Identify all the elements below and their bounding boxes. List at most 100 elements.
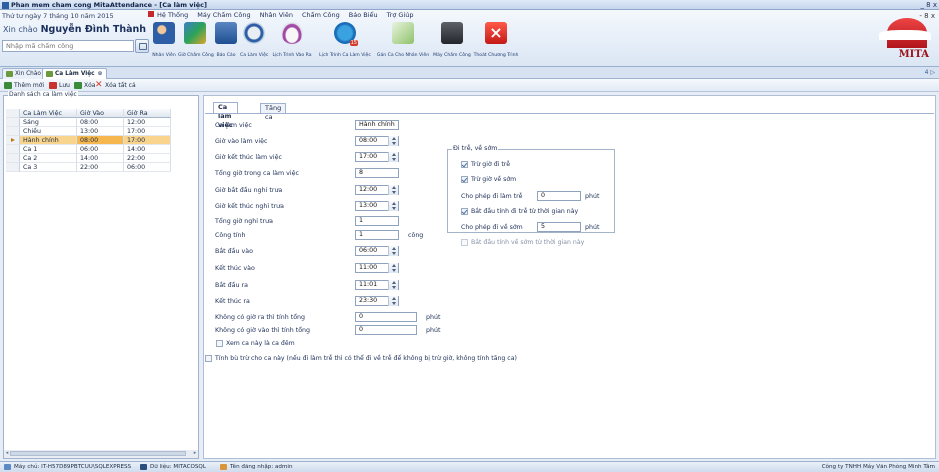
deduct-early-checkbox[interactable] <box>461 176 468 183</box>
action-bar: Thêm mới Lưu Xóa ✕ Xóa tất cả <box>0 79 939 92</box>
total-hours-field[interactable]: 8 <box>355 168 399 178</box>
column-header-out[interactable]: Giờ Ra <box>124 109 171 118</box>
table-row[interactable]: Ca 1 06:00 14:00 <box>6 145 197 154</box>
attendance-icon <box>184 22 206 44</box>
spin-icon <box>388 280 398 290</box>
server-icon <box>4 464 11 470</box>
scroll-thumb[interactable] <box>10 451 186 456</box>
spin-icon <box>388 136 398 146</box>
late-from-break-checkbox[interactable] <box>461 208 468 215</box>
report-icon <box>215 22 237 44</box>
menu-system[interactable]: Hệ Thống <box>157 11 188 19</box>
out-to-label: Kết thúc ra <box>215 298 250 305</box>
table-row[interactable]: Sáng 08:00 12:00 <box>6 118 197 127</box>
search-button[interactable] <box>135 39 149 53</box>
early-from-break-checkbox[interactable] <box>461 239 468 246</box>
out-from-field[interactable]: 11:01 <box>355 280 399 290</box>
allow-early-unit: phút <box>585 224 600 231</box>
menu-employee[interactable]: Nhân Viên <box>260 11 293 19</box>
shift-icon <box>243 22 265 44</box>
toolbar-exit-button[interactable]: × Thoát Chương Trình <box>472 20 520 62</box>
compensate-label: Tính bù trừ cho ca này (nếu đi làm trễ t… <box>215 355 517 362</box>
no-in-field[interactable]: 0 <box>355 325 417 335</box>
tab-nav-arrows[interactable]: 4 ▷ <box>925 69 935 76</box>
start-time-field[interactable]: 08:00 <box>355 136 399 146</box>
table-row-selected[interactable]: Hành chính 08:00 17:00 <box>6 136 197 145</box>
deduct-late-label: Trừ giờ đi trễ <box>471 161 511 168</box>
compensate-checkbox[interactable] <box>205 355 212 362</box>
menu-attendance[interactable]: Chấm Công <box>302 11 340 19</box>
menu-help[interactable]: Trợ Giúp <box>387 11 414 19</box>
workday-label: Công tính <box>215 232 246 239</box>
toolbar-schedule-button[interactable]: Lịch Trình Vào Ra <box>268 20 316 62</box>
employee-code-input[interactable] <box>3 41 133 51</box>
toolbar-shift-button[interactable]: Ca Làm Việc <box>240 20 268 62</box>
employee-icon <box>153 22 175 44</box>
night-shift-checkbox[interactable] <box>216 340 223 347</box>
status-database: Dữ liệu: MITACOSQL <box>140 462 206 472</box>
add-new-button[interactable]: Thêm mới <box>4 81 44 90</box>
schedule-icon <box>281 22 303 44</box>
break-start-field[interactable]: 12:00 <box>355 185 399 195</box>
end-label: Giờ kết thúc làm việc <box>215 154 282 161</box>
spin-icon <box>388 185 398 195</box>
toolbar-report-button[interactable]: Báo Cáo <box>212 20 240 62</box>
in-from-label: Bắt đầu vào <box>215 248 253 255</box>
table-row[interactable]: Ca 2 14:00 22:00 <box>6 154 197 163</box>
early-from-break-label: Bắt đầu tính về sớm từ thời gian này <box>471 239 585 246</box>
break-end-label: Giờ kết thúc nghỉ trưa <box>215 203 285 210</box>
save-button[interactable]: Lưu <box>49 81 70 90</box>
delete-all-button[interactable]: ✕ Xóa tất cả <box>95 81 136 90</box>
tab-shift-detail[interactable]: Ca làm việc <box>213 102 238 129</box>
toolbar-machine-button[interactable]: Máy Chấm Công <box>432 20 472 62</box>
table-row[interactable]: Ca 3 22:00 06:00 <box>6 163 197 172</box>
no-out-field[interactable]: 0 <box>355 312 417 322</box>
database-icon <box>140 464 147 470</box>
delete-button[interactable]: Xóa <box>74 81 95 90</box>
horizontal-scrollbar[interactable]: ◂ ▸ <box>4 450 198 458</box>
shift-name-label: Ca làm việc <box>215 122 252 129</box>
deduct-late-checkbox[interactable] <box>461 161 468 168</box>
column-header-in[interactable]: Giờ Vào <box>77 109 124 118</box>
no-out-label: Không có giờ ra thì tính tổng <box>215 314 306 321</box>
end-time-field[interactable]: 17:00 <box>355 152 399 162</box>
add-icon <box>4 82 12 89</box>
delete-all-icon: ✕ <box>95 80 103 90</box>
menu-reports[interactable]: Báo Biểu <box>349 11 378 19</box>
tab-shift[interactable]: Ca Làm Việc ⊗ <box>42 68 108 79</box>
grid-header: Ca Làm Việc Giờ Vào Giờ Ra <box>6 109 197 118</box>
tab-divider <box>205 113 934 114</box>
shift-name-field[interactable]: Hành chính <box>355 120 399 130</box>
workday-field[interactable]: 1 <box>355 230 399 240</box>
document-tabs: Xin Chào⊗ Ca Làm Việc⊗ <box>0 67 939 79</box>
allow-late-unit: phút <box>585 193 600 200</box>
table-row[interactable]: Chiều 13:00 17:00 <box>6 127 197 136</box>
allow-early-field[interactable]: 5 <box>537 222 581 232</box>
current-date: Thứ tư ngày 7 tháng 10 năm 2015 <box>2 12 114 20</box>
toolbar-attendance-button[interactable]: Giờ Chấm Công <box>178 20 214 62</box>
allow-late-field[interactable]: 0 <box>537 191 581 201</box>
night-shift-label: Xem ca này là ca đêm <box>226 340 295 347</box>
toolbar-employee-button[interactable]: Nhân Viên <box>150 20 178 62</box>
in-to-field[interactable]: 11:00 <box>355 263 399 273</box>
row-pointer-icon <box>6 136 20 145</box>
scroll-right-icon: ▸ <box>193 450 197 456</box>
break-end-field[interactable]: 13:00 <box>355 201 399 211</box>
break-start-label: Giờ bắt đầu nghỉ trưa <box>215 187 283 194</box>
out-to-field[interactable]: 23:30 <box>355 296 399 306</box>
in-from-field[interactable]: 06:00 <box>355 246 399 256</box>
window-controls[interactable]: _ 8 x <box>920 1 937 9</box>
column-header-shift[interactable]: Ca Làm Việc <box>20 109 77 118</box>
spin-icon <box>388 201 398 211</box>
toolbar-shift-schedule-button[interactable]: 15 Lịch Trình Ca Làm Việc <box>316 20 374 62</box>
menu-logo-icon <box>148 11 154 17</box>
toolbar-assign-button[interactable]: Gán Ca Cho Nhân Viên <box>374 20 432 62</box>
delete-icon <box>74 82 82 89</box>
menu-machine[interactable]: Máy Chấm Công <box>197 11 250 19</box>
tab-overtime[interactable]: Tăng ca <box>260 103 287 121</box>
allow-late-label: Cho phép đi làm trễ <box>461 193 523 200</box>
machine-icon <box>441 22 463 44</box>
start-label: Giờ vào làm việc <box>215 138 268 145</box>
break-total-field[interactable]: 1 <box>355 216 399 226</box>
save-icon <box>49 82 57 89</box>
